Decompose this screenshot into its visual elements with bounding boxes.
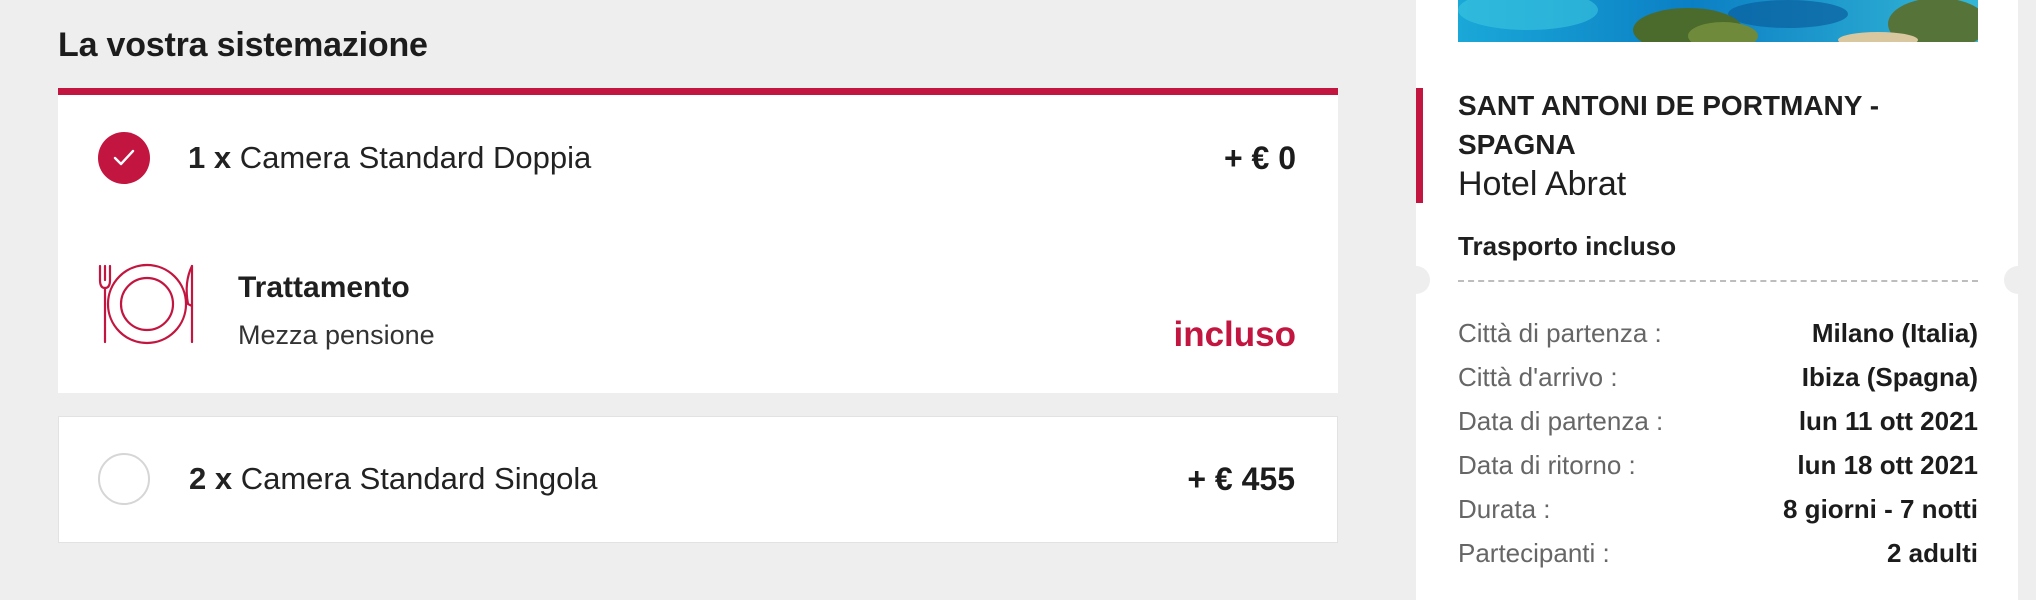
destination-accent-bar (1416, 88, 1423, 203)
trip-details-list: Città di partenza : Milano (Italia) Citt… (1458, 318, 1978, 582)
detail-label: Data di ritorno : (1458, 450, 1636, 480)
detail-label: Città d'arrivo : (1458, 362, 1618, 392)
check-icon (113, 149, 135, 166)
detail-row: Partecipanti : 2 adulti (1458, 538, 1978, 582)
ticket-notch-right (2004, 266, 2032, 294)
detail-row: Durata : 8 giorni - 7 notti (1458, 494, 1978, 538)
room-price: + € 0 (1223, 140, 1296, 176)
transport-label: Trasporto incluso (1458, 231, 1677, 261)
detail-value: Ibiza (Spagna) (1801, 362, 1978, 392)
room-description: 2 x Camera Standard Singola (189, 461, 597, 497)
detail-label: Durata : (1458, 494, 1551, 524)
room-quantity: 1 x (188, 140, 232, 175)
room-option-card[interactable]: 2 x Camera Standard Singola + € 455 (58, 416, 1338, 543)
meal-title: Trattamento (238, 271, 410, 304)
room-name: Camera Standard Singola (240, 461, 598, 496)
detail-label: Data di partenza : (1458, 406, 1664, 436)
detail-row: Data di ritorno : lun 18 ott 2021 (1458, 450, 1978, 494)
room-option-card[interactable]: 1 x Camera Standard Doppia + € 0 Trattam… (58, 88, 1338, 393)
detail-value: lun 18 ott 2021 (1797, 450, 1978, 480)
detail-value: Milano (Italia) (1811, 318, 1978, 348)
detail-label: Città di partenza : (1458, 318, 1662, 348)
destination-photo (1458, 0, 1978, 42)
meal-plan: Mezza pensione (238, 320, 435, 350)
detail-value: lun 11 ott 2021 (1798, 406, 1978, 436)
room-name: Camera Standard Doppia (239, 140, 592, 175)
section-title: La vostra sistemazione (58, 26, 428, 64)
detail-row: Città di partenza : Milano (Italia) (1458, 318, 1978, 362)
trip-summary-panel: SANT ANTONI DE PORTMANY - SPAGNA Hotel A… (1402, 0, 2032, 600)
room-price: + € 455 (1187, 461, 1295, 497)
detail-label: Partecipanti : (1458, 538, 1610, 568)
room-description: 1 x Camera Standard Doppia (188, 140, 591, 176)
plate-cutlery-icon (98, 263, 194, 345)
detail-value: 2 adulti (1886, 538, 1978, 568)
meal-status: incluso (1173, 315, 1296, 354)
detail-row: Data di partenza : lun 11 ott 2021 (1458, 406, 1978, 450)
ticket-notch-left (1402, 266, 1430, 294)
detail-row: Città d'arrivo : Ibiza (Spagna) (1458, 362, 1978, 406)
detail-value: 8 giorni - 7 notti (1783, 494, 1978, 524)
room-radio-unselected[interactable] (98, 453, 150, 505)
destination-title: SANT ANTONI DE PORTMANY - SPAGNA (1458, 90, 1880, 160)
room-quantity: 2 x (189, 461, 233, 496)
dashed-divider (1458, 280, 1978, 282)
hotel-name: Hotel Abrat (1458, 165, 1627, 203)
room-radio-selected[interactable] (98, 132, 150, 184)
